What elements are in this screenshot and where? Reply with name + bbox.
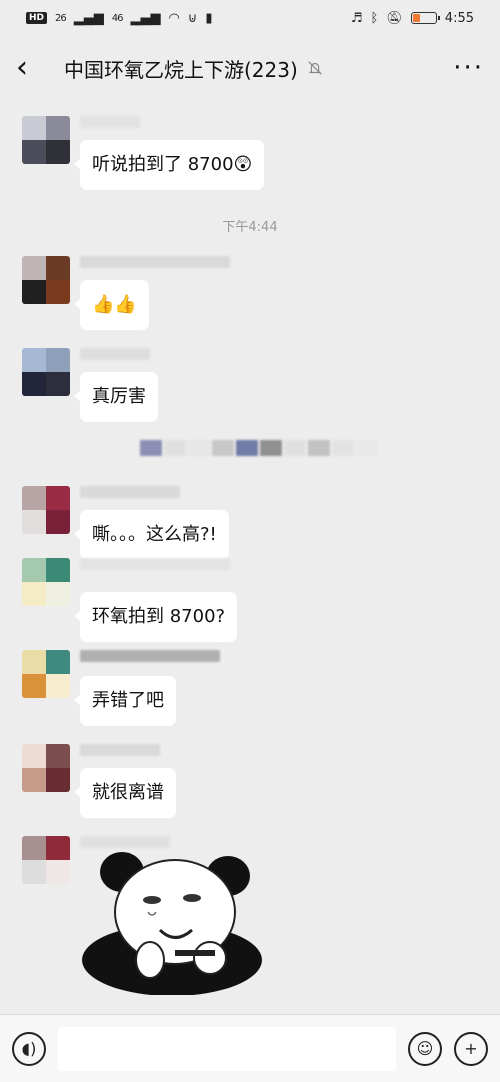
chat-message: 就很离谱	[22, 744, 176, 818]
back-arrow-icon[interactable]: ‹	[16, 53, 46, 83]
avatar[interactable]	[22, 116, 70, 164]
chat-message: 弄错了吧	[22, 650, 220, 726]
status-left: HD 26 ▂▄▆ 46 ▂▄▆ ◠ ⊍ ▮	[26, 11, 213, 26]
battery-fill	[412, 14, 421, 22]
hd-badge: HD	[26, 12, 48, 24]
message-bubble[interactable]: 真厉害	[74, 372, 158, 422]
avatar[interactable]	[22, 256, 70, 304]
message-bubble[interactable]: 弄错了吧	[74, 676, 176, 726]
signal-bars-icon: ▂▄▆	[73, 10, 104, 26]
avatar[interactable]	[22, 836, 70, 884]
clock: 4:55	[444, 10, 474, 26]
chat-area[interactable]: 听说拍到了 8700😲 下午4:44 👍👍 真厉害 嘶。。。这么高?! 环氧拍到…	[0, 100, 500, 1014]
input-bar: ◖) ☺ +	[0, 1014, 500, 1082]
message-bubble[interactable]: 听说拍到了 8700😲	[73, 140, 265, 190]
avatar[interactable]	[22, 486, 70, 534]
chat-message	[22, 836, 170, 884]
sender-name-blurred	[80, 558, 230, 570]
battery-icon	[410, 12, 440, 24]
chat-message: 嘶。。。这么高?!	[22, 486, 229, 560]
status-right: ♬ ᛒ 🔕︎ 4:55	[351, 11, 474, 26]
wifi-icon: ◠	[168, 10, 180, 26]
chat-message: 👍👍	[22, 256, 230, 330]
message-bubble[interactable]: 嘶。。。这么高?!	[74, 510, 229, 560]
sender-name-blurred	[80, 744, 160, 756]
signal-2: 46	[111, 12, 124, 24]
more-options-button[interactable]: ···	[453, 55, 484, 81]
chat-message: 真厉害	[22, 348, 158, 422]
sender-name-blurred	[80, 836, 170, 848]
headphone-icon: ♬	[350, 10, 363, 26]
sender-name-blurred	[80, 256, 230, 268]
add-button[interactable]: +	[454, 1031, 488, 1066]
sim-icon: ▮	[205, 10, 213, 26]
status-bar: HD 26 ▂▄▆ 46 ▂▄▆ ◠ ⊍ ▮ ♬ ᛒ 🔕︎ 4:55	[0, 0, 500, 36]
avatar[interactable]	[22, 650, 70, 698]
chat-message: 听说拍到了 8700😲	[22, 116, 265, 190]
message-bubble[interactable]: 环氧拍到 8700?	[73, 592, 238, 642]
signal-bars-icon-2: ▂▄▆	[130, 10, 161, 26]
chat-title: 中国环氧乙烷上下游(223)	[64, 57, 298, 82]
sender-name-blurred	[80, 116, 140, 128]
message-bubble[interactable]: 就很离谱	[74, 768, 176, 818]
message-bubble[interactable]: 👍👍	[74, 280, 149, 330]
avatar[interactable]	[22, 558, 70, 606]
mute-bell-icon: 🔕︎	[386, 10, 403, 26]
avatar[interactable]	[22, 744, 70, 792]
mute-notification-icon	[308, 61, 322, 75]
message-input[interactable]	[58, 1026, 396, 1071]
system-notice-blurred	[140, 440, 378, 456]
chat-header: ‹ 中国环氧乙烷上下游(223) ···	[0, 36, 500, 100]
sender-name-blurred	[80, 486, 180, 498]
bluetooth-icon: ᛒ	[370, 10, 379, 26]
time-separator: 下午4:44	[222, 220, 278, 235]
voice-input-button[interactable]: ◖)	[12, 1031, 46, 1066]
avatar[interactable]	[22, 348, 70, 396]
panda-meme-sticker[interactable]	[80, 850, 265, 995]
emoji-button[interactable]: ☺	[408, 1031, 442, 1066]
sender-name-blurred	[80, 650, 220, 662]
chat-message: 环氧拍到 8700?	[22, 558, 238, 642]
sender-name-blurred	[80, 348, 150, 360]
app-notification-icon: ⊍	[187, 10, 198, 26]
signal-1: 26	[55, 12, 67, 24]
